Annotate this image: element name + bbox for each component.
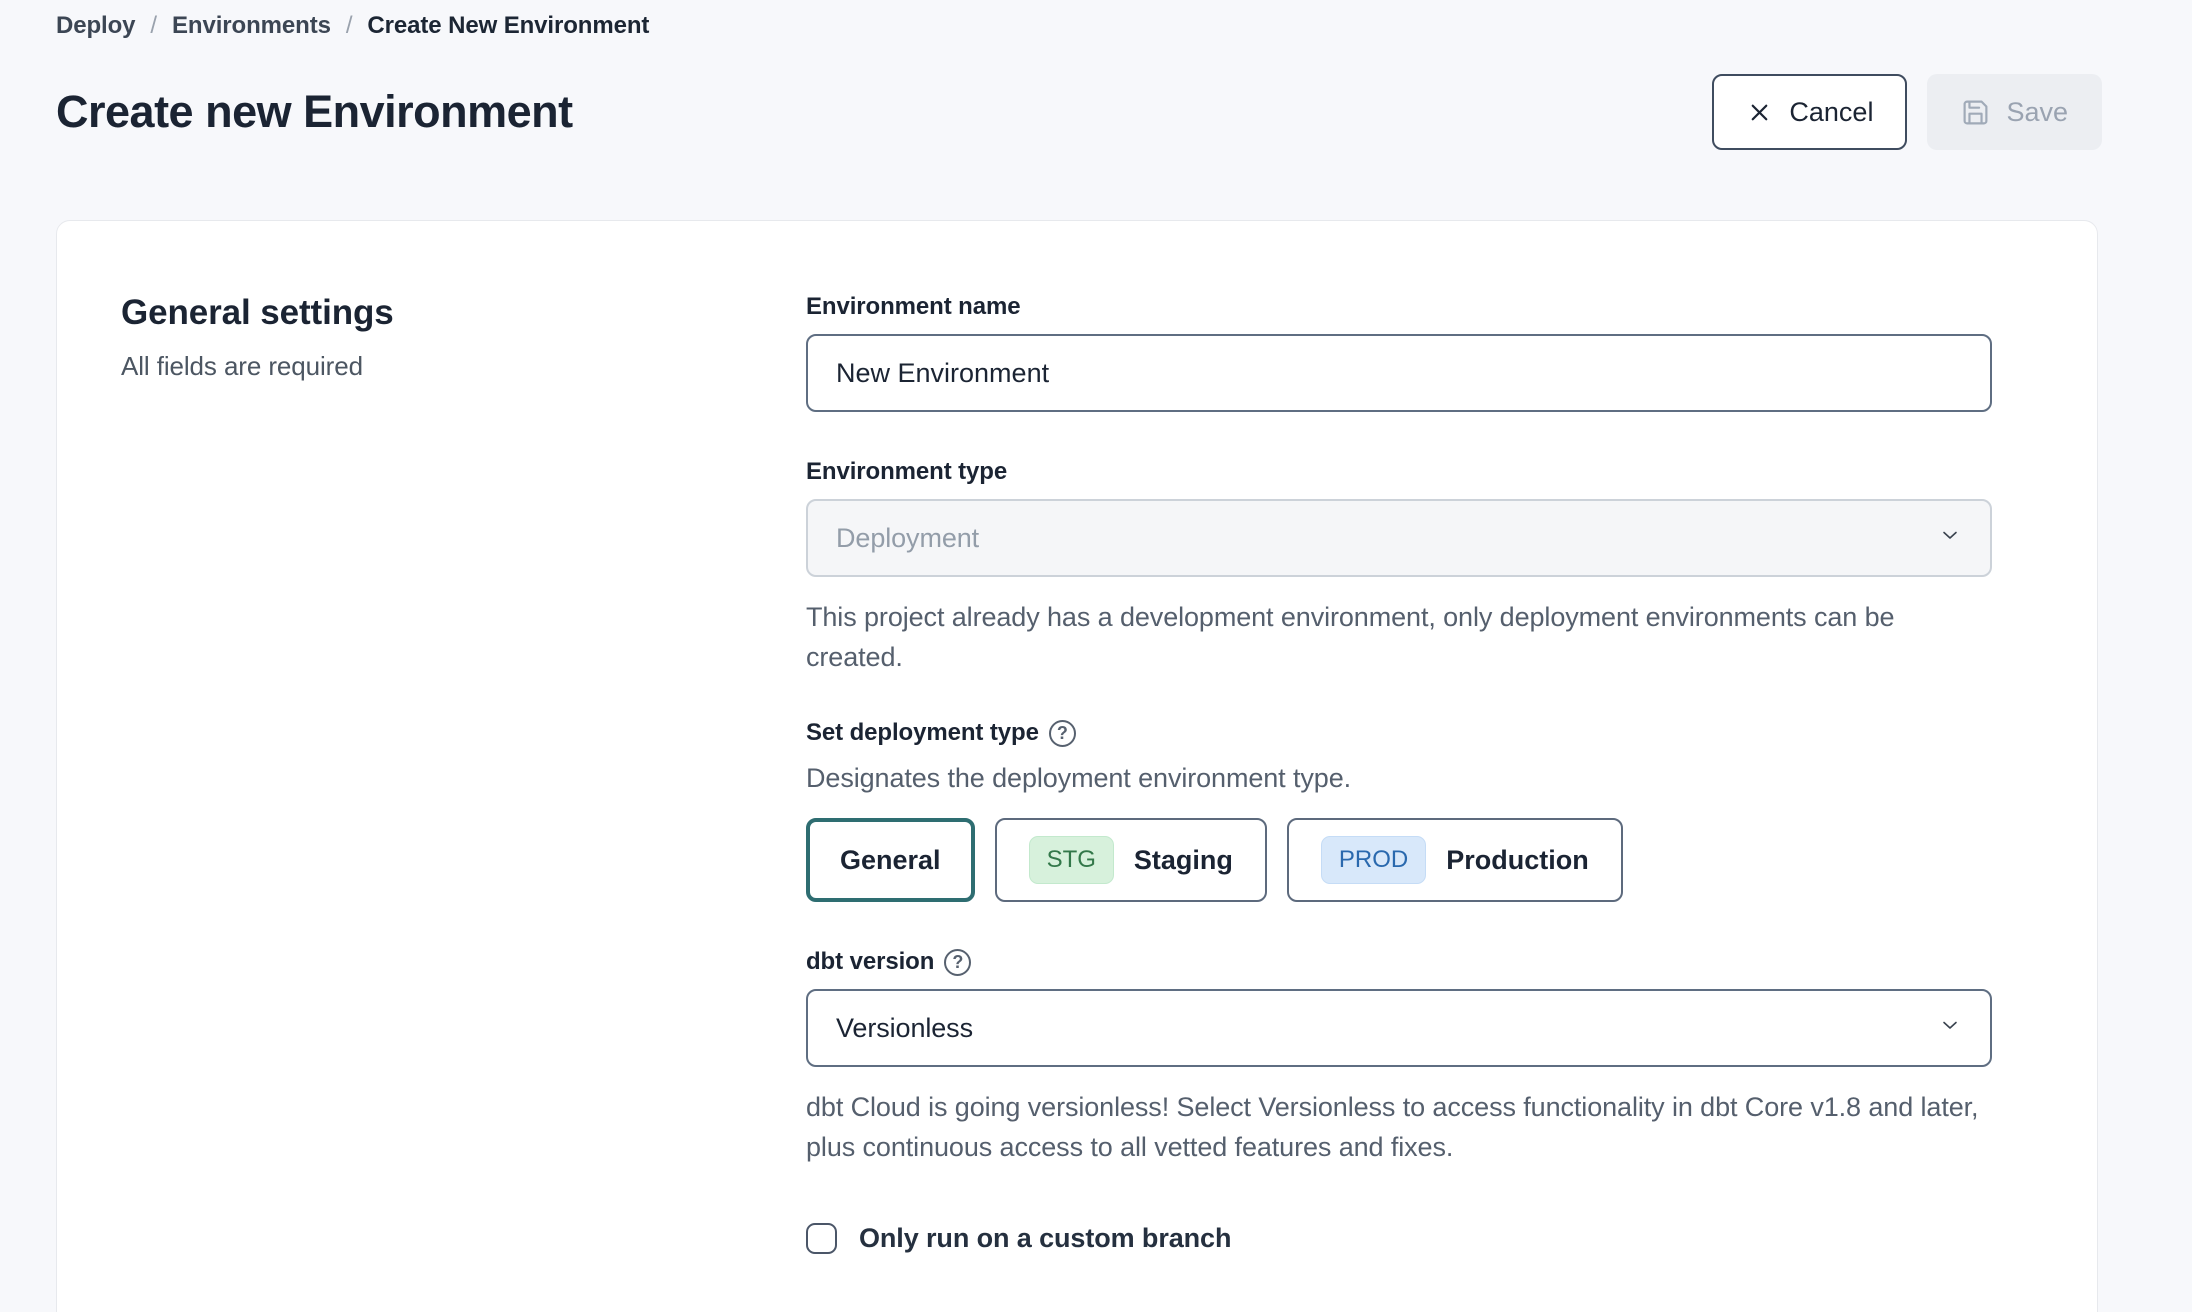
deployment-type-option-production[interactable]: PROD Production [1287,818,1623,902]
close-icon [1746,99,1773,126]
environment-type-select: Deployment [806,499,1992,577]
dbt-version-value: Versionless [836,1013,973,1044]
chevron-down-icon [1938,1013,1962,1044]
environment-form: Environment name Environment type Deploy… [806,293,1992,1254]
general-settings-card: General settings All fields are required… [56,220,2098,1312]
section-subtitle: All fields are required [121,351,806,382]
section-intro: General settings All fields are required [121,293,806,1254]
dbt-version-label: dbt version [806,948,934,976]
page-title: Create new Environment [56,86,573,138]
deployment-type-option-general[interactable]: General [806,818,975,902]
help-icon[interactable]: ? [944,949,971,976]
environment-name-label: Environment name [806,293,1992,321]
cancel-button-label: Cancel [1789,97,1873,128]
custom-branch-row: Only run on a custom branch [806,1223,1992,1254]
deployment-type-staging-label: Staging [1134,845,1233,876]
help-icon[interactable]: ? [1049,720,1076,747]
deployment-type-option-staging[interactable]: STG Staging [995,818,1267,902]
page-header: Create new Environment Cancel [56,74,2102,150]
save-button[interactable]: Save [1927,74,2102,150]
staging-badge: STG [1029,836,1114,884]
breadcrumb-current: Create New Environment [367,12,649,40]
header-actions: Cancel Save [1712,74,2102,150]
environment-type-label: Environment type [806,458,1992,486]
deployment-type-production-label: Production [1446,845,1589,876]
save-icon [1961,98,1990,127]
environment-name-group: Environment name [806,293,1992,412]
deployment-type-description: Designates the deployment environment ty… [806,763,1992,794]
production-badge: PROD [1321,836,1426,884]
breadcrumb-environments[interactable]: Environments [172,12,331,40]
dbt-version-select[interactable]: Versionless [806,989,1992,1067]
deployment-type-general-label: General [840,845,941,876]
cancel-button[interactable]: Cancel [1712,74,1907,150]
breadcrumb-deploy[interactable]: Deploy [56,12,135,40]
breadcrumb-separator: / [346,12,353,40]
environment-type-value: Deployment [836,523,979,554]
save-button-label: Save [2006,97,2068,128]
environment-name-input[interactable] [806,334,1992,412]
breadcrumb: Deploy / Environments / Create New Envir… [56,12,2102,40]
section-title: General settings [121,293,806,333]
chevron-down-icon [1938,523,1962,554]
environment-type-help: This project already has a development e… [806,597,1992,677]
dbt-version-group: dbt version ? Versionless dbt Cloud is g… [806,948,1992,1167]
deployment-type-label: Set deployment type [806,719,1039,747]
custom-branch-label: Only run on a custom branch [859,1223,1231,1254]
create-environment-page: Deploy / Environments / Create New Envir… [0,0,2192,1312]
breadcrumb-separator: / [150,12,157,40]
custom-branch-checkbox[interactable] [806,1223,837,1254]
deployment-type-options: General STG Staging PROD Production [806,818,1992,902]
dbt-version-help: dbt Cloud is going versionless! Select V… [806,1087,1992,1167]
deployment-type-group: Set deployment type ? Designates the dep… [806,719,1992,902]
environment-type-group: Environment type Deployment This project… [806,458,1992,677]
